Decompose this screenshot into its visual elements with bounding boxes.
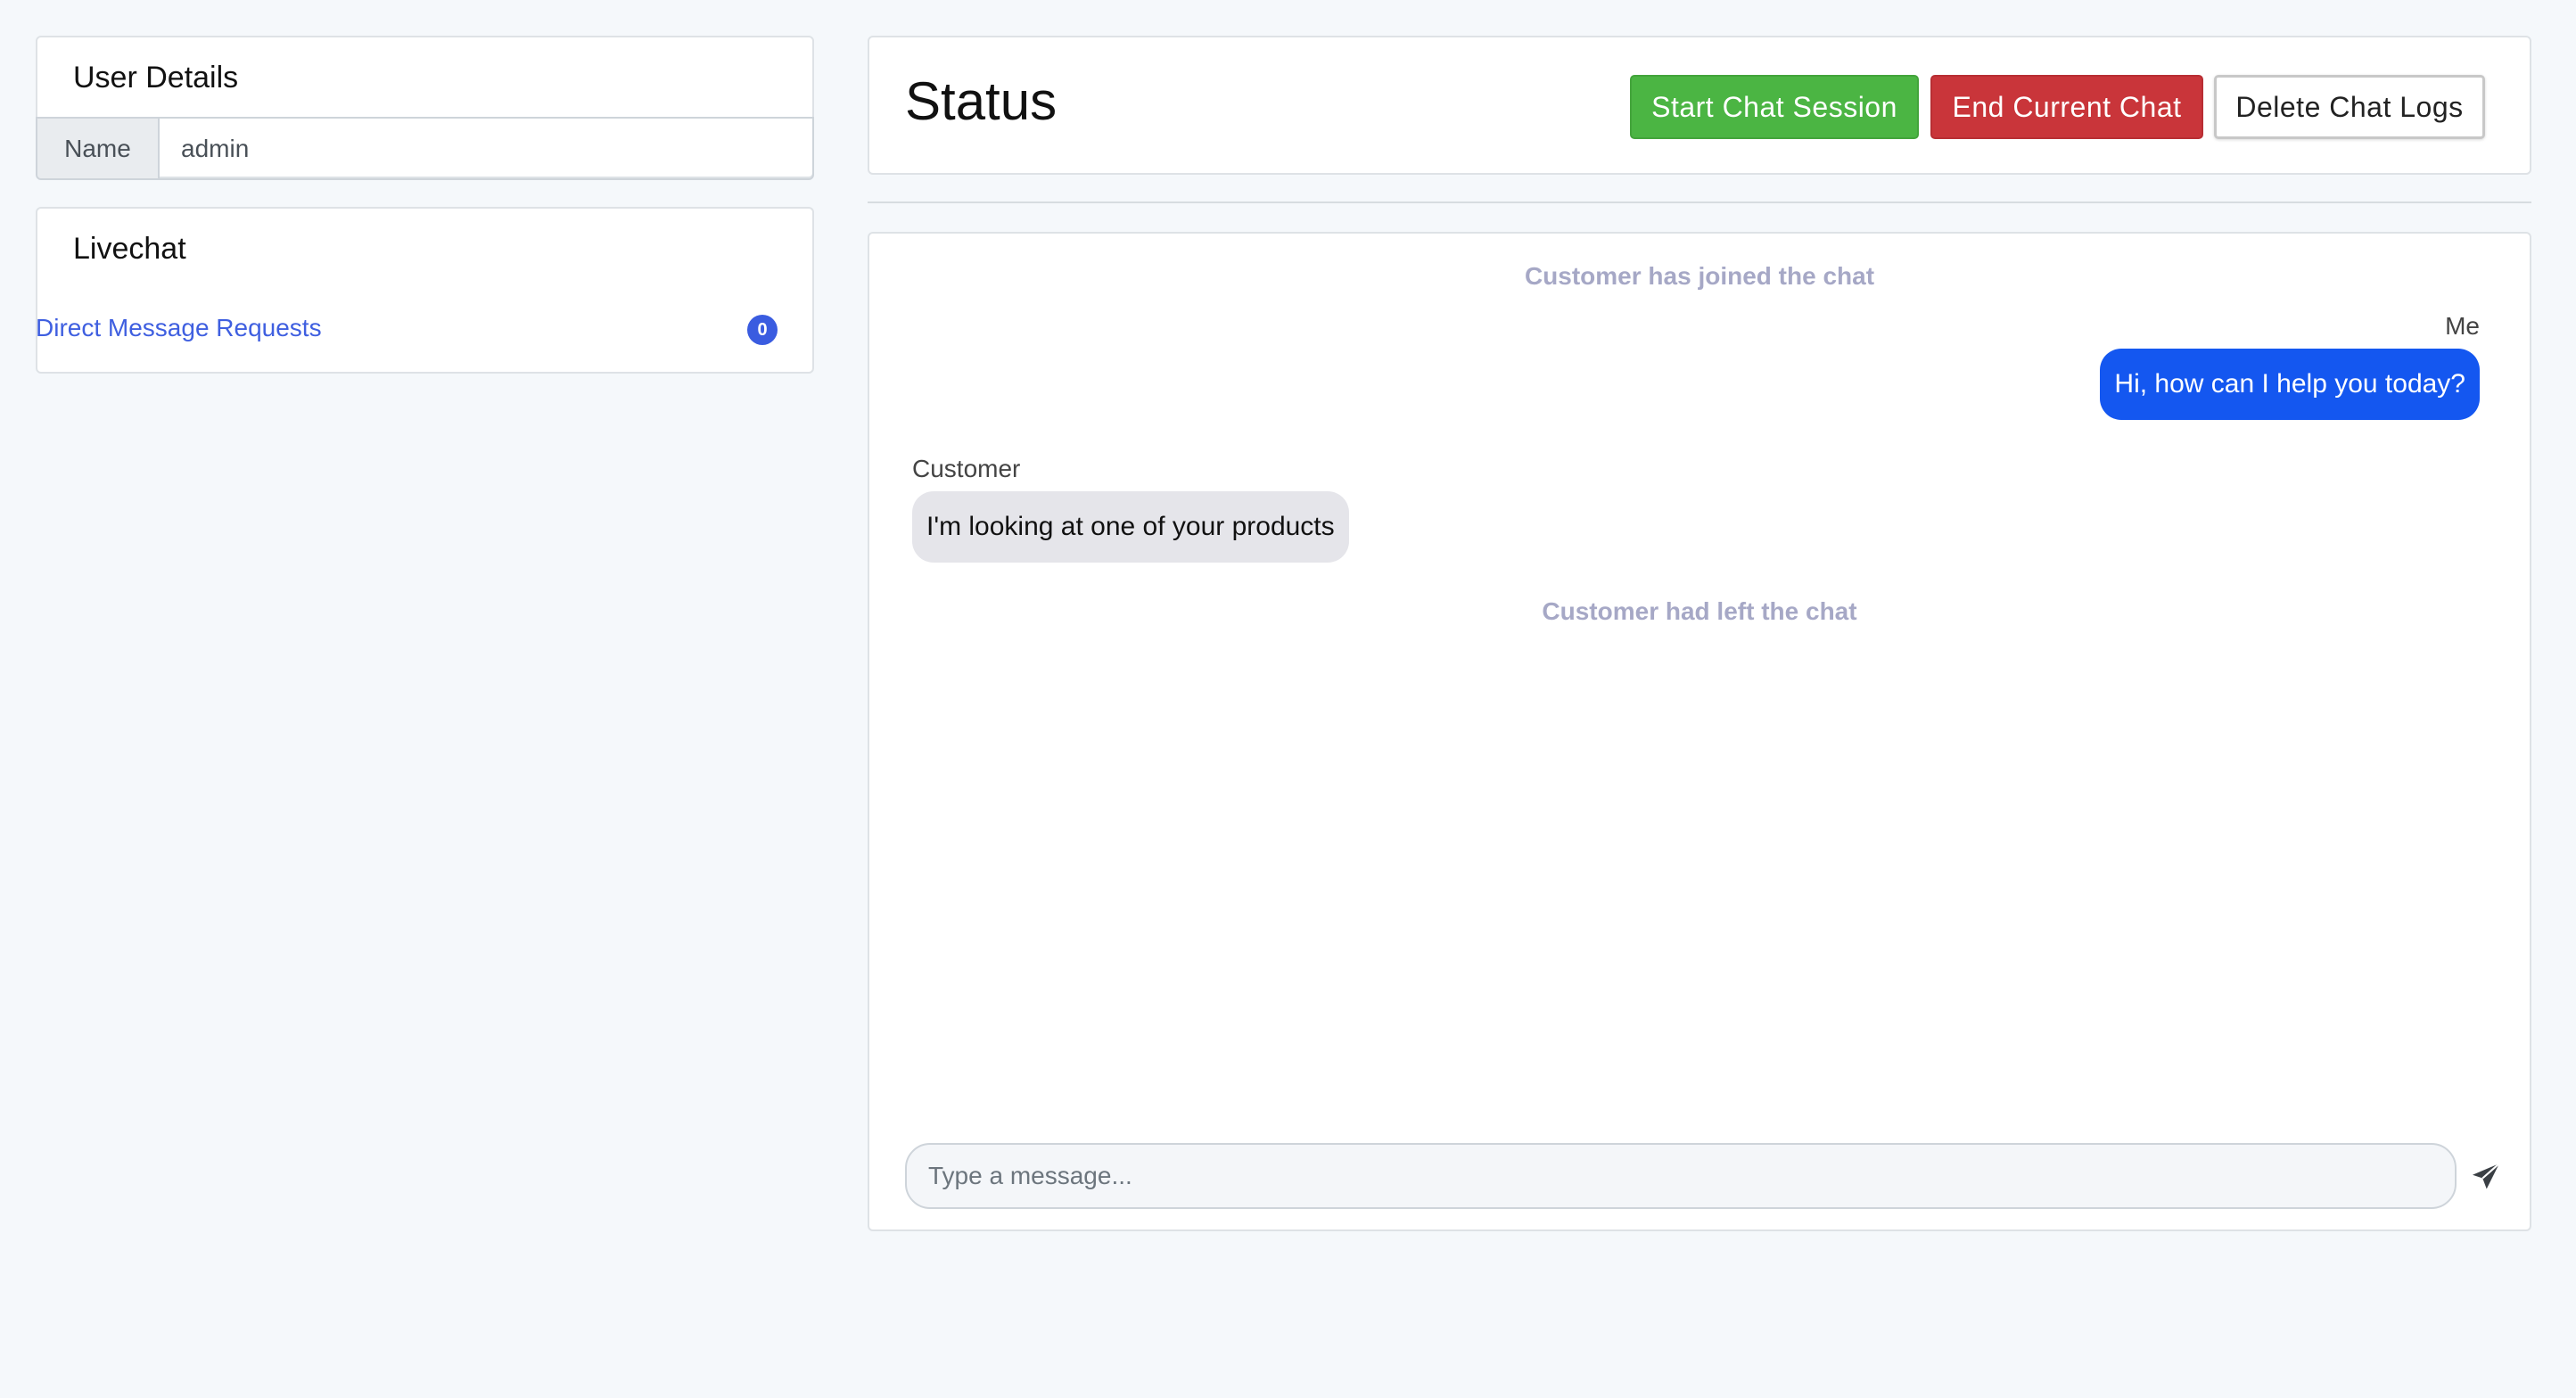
- name-row: Name admin: [36, 117, 814, 180]
- user-details-card: User Details Name admin: [36, 36, 814, 180]
- dm-requests-count-badge: 0: [747, 315, 778, 345]
- name-label: Name: [37, 119, 160, 178]
- section-divider: [868, 201, 2531, 203]
- send-icon[interactable]: [2470, 1161, 2502, 1193]
- name-value: admin: [181, 134, 250, 162]
- delete-chat-logs-button[interactable]: Delete Chat Logs: [2214, 75, 2485, 139]
- start-chat-session-button[interactable]: Start Chat Session: [1630, 75, 1919, 139]
- system-message-left: Customer had left the chat: [1542, 597, 1857, 625]
- chat-window: Customer has joined the chat Me Hi, how …: [868, 232, 2531, 1231]
- livechat-title: Livechat: [73, 232, 186, 266]
- message-bubble-customer: I'm looking at one of your products: [912, 491, 1349, 563]
- message-bubble-me: Hi, how can I help you today?: [2100, 349, 2480, 420]
- user-details-title: User Details: [73, 61, 239, 95]
- system-message-joined: Customer has joined the chat: [1524, 262, 1875, 290]
- status-title: Status: [905, 71, 1058, 131]
- livechat-card: Livechat: [36, 207, 814, 374]
- end-current-chat-button[interactable]: End Current Chat: [1930, 75, 2203, 139]
- direct-message-requests-link[interactable]: Direct Message Requests: [36, 314, 322, 342]
- sender-label-me: Me: [2445, 312, 2480, 340]
- message-input[interactable]: [905, 1143, 2457, 1209]
- sender-label-customer: Customer: [912, 455, 1021, 482]
- status-card: Status Start Chat Session End Current Ch…: [868, 36, 2531, 175]
